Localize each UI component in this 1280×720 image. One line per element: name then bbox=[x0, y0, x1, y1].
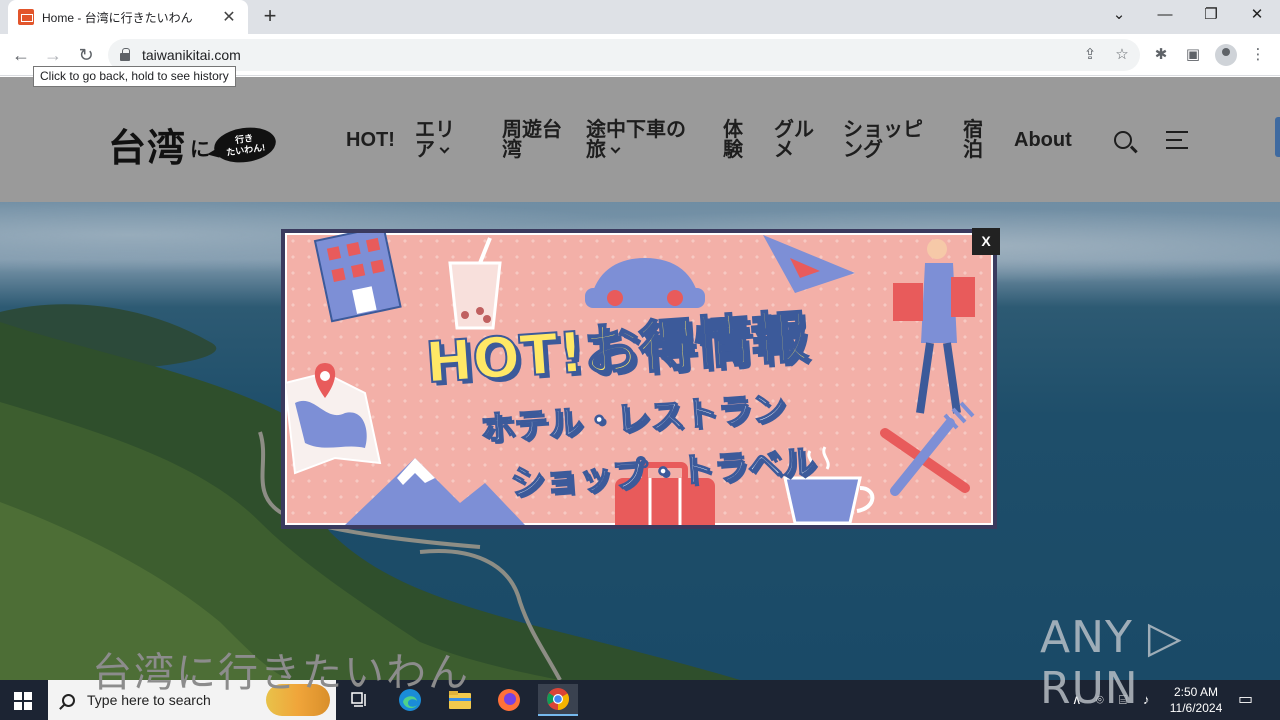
tab-title: Home - 台湾に行きたいわん bbox=[42, 10, 193, 25]
nav-label: HOT! bbox=[346, 129, 395, 151]
nav-label-line2: 泊 bbox=[963, 139, 983, 161]
forward-button[interactable]: → bbox=[40, 42, 66, 68]
nav-item-hot[interactable]: HOT! bbox=[346, 130, 395, 150]
nav-label: 途中下車の bbox=[586, 119, 686, 141]
nav-item-gourmet[interactable]: グル メ bbox=[774, 120, 814, 160]
extensions-icon[interactable]: ✱ bbox=[1151, 45, 1171, 65]
nav-item-area[interactable]: エリ ア bbox=[415, 120, 455, 160]
nav-label-line2: 験 bbox=[723, 139, 743, 161]
site-logo[interactable]: 台湾 に 行き たいわん! bbox=[108, 117, 279, 172]
logo-bubble-line1: 行き bbox=[234, 132, 254, 145]
anyrun-watermark: ANY ▷ RUN bbox=[1040, 612, 1183, 714]
map-pin-icon bbox=[285, 363, 382, 475]
close-window-button[interactable]: ✕ bbox=[1234, 0, 1280, 30]
nav-label: 体 bbox=[723, 119, 743, 141]
new-tab-button[interactable]: + bbox=[258, 5, 282, 29]
nav-label-line2: ア bbox=[415, 139, 435, 161]
bookmark-star-icon[interactable]: ☆ bbox=[1112, 45, 1132, 65]
nav-label-line2: 旅 bbox=[586, 139, 606, 161]
minimize-button[interactable]: — bbox=[1142, 0, 1188, 30]
search-icon bbox=[62, 693, 75, 707]
hamburger-menu-icon[interactable] bbox=[1166, 131, 1188, 149]
nav-label: エリ bbox=[415, 119, 455, 141]
shopper-icon bbox=[893, 239, 975, 414]
nav-item-lodging[interactable]: 宿 泊 bbox=[963, 120, 983, 160]
firefox-icon[interactable] bbox=[489, 684, 529, 716]
profile-avatar[interactable] bbox=[1215, 44, 1237, 66]
hotel-icon bbox=[313, 233, 402, 323]
logo-kanji: 台湾 bbox=[108, 126, 187, 170]
nav-label: About bbox=[1014, 129, 1072, 151]
nav-item-stopover[interactable]: 途中下車の 旅 bbox=[586, 120, 686, 160]
nav-label: 周遊台 bbox=[502, 119, 562, 141]
promo-popup[interactable]: HOT!お得情報 ホテル・レストラン ショップ・トラベル bbox=[281, 229, 997, 529]
nav-item-about[interactable]: About bbox=[1014, 130, 1072, 150]
side-panel-icon[interactable]: ▣ bbox=[1183, 45, 1203, 65]
cutlery-icon bbox=[880, 401, 975, 496]
share-icon[interactable]: ⇪ bbox=[1080, 45, 1100, 65]
tab-search-icon[interactable]: ⌄ bbox=[1096, 0, 1142, 30]
tab-strip: Home - 台湾に行きたいわん ✕ + ⌄ — ❐ ✕ bbox=[0, 0, 1280, 34]
nav-label: 宿 bbox=[963, 119, 983, 141]
logo-bubble-line2: たいわん! bbox=[225, 141, 266, 158]
nav-item-shopping[interactable]: ショッピ ング bbox=[843, 120, 923, 160]
nav-label: グル bbox=[774, 119, 814, 141]
nav-label-line2: ング bbox=[843, 139, 883, 161]
tab-close-icon[interactable]: ✕ bbox=[220, 7, 238, 27]
back-tooltip: Click to go back, hold to see history bbox=[33, 66, 236, 87]
back-button[interactable]: ← bbox=[8, 42, 34, 68]
windows-start-icon[interactable] bbox=[14, 692, 32, 710]
nav-item-experience[interactable]: 体 験 bbox=[723, 120, 743, 160]
address-bar[interactable]: taiwanikitai.com ⇪ ☆ bbox=[108, 39, 1140, 71]
menu-kebab-icon[interactable]: ⋮ bbox=[1248, 45, 1268, 65]
chevron-down-icon bbox=[610, 143, 621, 154]
side-button[interactable] bbox=[1275, 117, 1280, 157]
chevron-down-icon bbox=[439, 143, 450, 154]
popup-close-button[interactable]: X bbox=[972, 228, 1000, 255]
hero-caption: 台湾に行きたいわん bbox=[92, 650, 470, 696]
browser-tab[interactable]: Home - 台湾に行きたいわん ✕ bbox=[8, 0, 248, 34]
mountain-icon bbox=[345, 458, 525, 525]
nav-item-round-trip[interactable]: 周遊台 湾 bbox=[502, 120, 562, 160]
restore-button[interactable]: ❐ bbox=[1188, 0, 1234, 30]
chrome-icon[interactable] bbox=[538, 684, 578, 716]
url-text[interactable]: taiwanikitai.com bbox=[142, 47, 241, 63]
site-favicon-icon bbox=[18, 9, 34, 25]
search-icon[interactable] bbox=[1114, 131, 1132, 149]
reload-button[interactable]: ↻ bbox=[73, 42, 99, 68]
nav-label-line2: メ bbox=[774, 139, 794, 161]
nav-label: ショッピ bbox=[843, 119, 923, 141]
nav-label-line2: 湾 bbox=[502, 139, 522, 161]
logo-speech-bubble: 行き たいわん! bbox=[211, 123, 279, 166]
pennant-icon bbox=[763, 235, 855, 293]
lock-icon[interactable] bbox=[120, 48, 130, 61]
